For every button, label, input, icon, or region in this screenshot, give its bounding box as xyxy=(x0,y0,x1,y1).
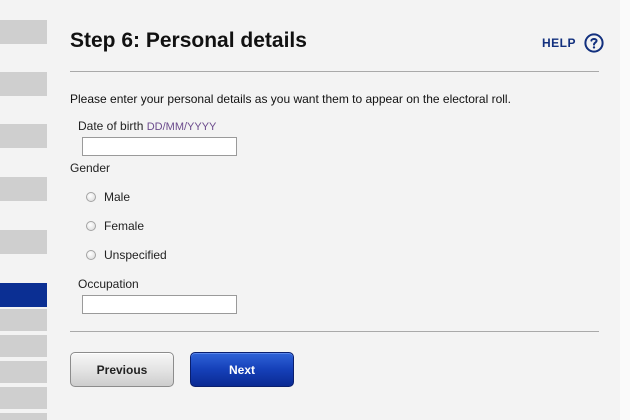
help-link[interactable]: HELP xyxy=(542,33,604,53)
dob-field[interactable] xyxy=(82,137,237,156)
intro-text: Please enter your personal details as yo… xyxy=(70,92,511,106)
radio-button[interactable] xyxy=(86,192,96,202)
radio-button[interactable] xyxy=(86,250,96,260)
gender-option-male[interactable]: Male xyxy=(86,190,130,204)
page-edge xyxy=(620,0,630,420)
sidebar-step-tab[interactable] xyxy=(0,387,47,409)
gender-label: Gender xyxy=(70,161,111,175)
sidebar-step-tab[interactable] xyxy=(0,124,47,148)
sidebar-step-tab[interactable] xyxy=(0,361,47,383)
radio-label: Male xyxy=(104,190,131,204)
sidebar-step-tab[interactable] xyxy=(0,413,47,420)
radio-label: Female xyxy=(104,219,145,233)
dob-label-text: Date of birth xyxy=(78,119,144,133)
sidebar-step-tab[interactable] xyxy=(0,177,47,201)
question-circle-icon[interactable] xyxy=(584,33,604,53)
occupation-label: Occupation xyxy=(78,277,139,291)
next-button[interactable]: Next xyxy=(190,352,294,387)
sidebar-step-tab-active[interactable] xyxy=(0,283,47,307)
radio-button[interactable] xyxy=(86,221,96,231)
dob-format-hint: DD/MM/YYYY xyxy=(146,121,217,133)
previous-button[interactable]: Previous xyxy=(70,352,174,387)
sidebar-step-tab[interactable] xyxy=(0,230,47,254)
help-label: HELP xyxy=(542,36,577,50)
sidebar-step-tab[interactable] xyxy=(0,335,47,357)
page-title: Step 6: Personal details xyxy=(70,29,307,52)
header-divider xyxy=(70,71,599,72)
dob-label: Date of birth DD/MM/YYYY xyxy=(78,119,216,133)
radio-label: Unspecified xyxy=(104,248,167,262)
footer-divider xyxy=(70,331,599,332)
gender-option-female[interactable]: Female xyxy=(86,219,144,233)
occupation-field[interactable] xyxy=(82,295,237,314)
step-sidebar xyxy=(0,0,47,420)
sidebar-step-tab[interactable] xyxy=(0,72,47,96)
gender-option-unspecified[interactable]: Unspecified xyxy=(86,248,167,262)
sidebar-step-tab[interactable] xyxy=(0,309,47,331)
sidebar-step-tab[interactable] xyxy=(0,20,47,44)
